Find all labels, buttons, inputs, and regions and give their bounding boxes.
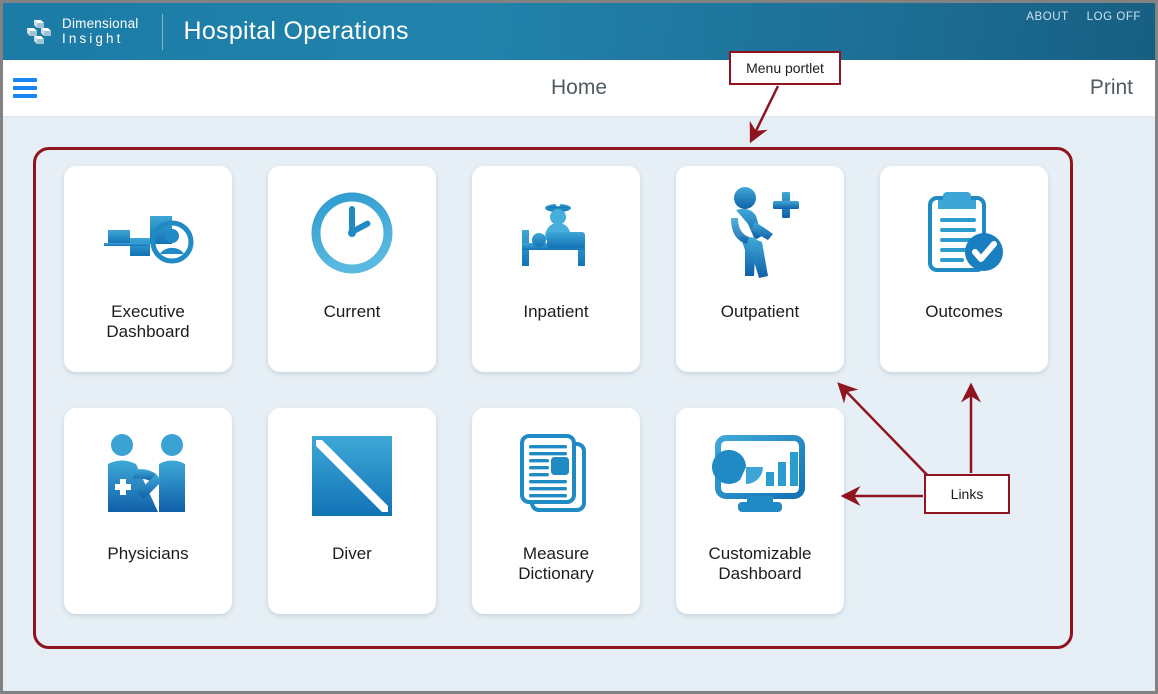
toolbar-home-label: Home bbox=[3, 76, 1155, 100]
clipboard-check-icon bbox=[880, 166, 1048, 302]
tile-label: Diver bbox=[326, 544, 378, 564]
tile-label: Physicians bbox=[101, 544, 194, 564]
print-button[interactable]: Print bbox=[1090, 76, 1133, 100]
application-window: Dimensional Insight Hospital Operations … bbox=[0, 0, 1158, 694]
diver-flag-icon bbox=[268, 408, 436, 544]
tile-label: Outpatient bbox=[715, 302, 805, 322]
tile-label: Inpatient bbox=[517, 302, 594, 322]
physicians-handshake-icon bbox=[64, 408, 232, 544]
tile-current[interactable]: Current bbox=[268, 166, 436, 372]
brand-line-1: Dimensional bbox=[62, 17, 138, 31]
app-header: Dimensional Insight Hospital Operations … bbox=[3, 3, 1155, 60]
clock-icon bbox=[268, 166, 436, 302]
page-title: Hospital Operations bbox=[183, 17, 408, 46]
tile-outcomes[interactable]: Outcomes bbox=[880, 166, 1048, 372]
stacked-cubes-logo-icon bbox=[25, 19, 55, 45]
tile-customizable-dashboard[interactable]: Customizable Dashboard bbox=[676, 408, 844, 614]
sub-toolbar: Home Print bbox=[3, 60, 1155, 117]
menu-portlet: Executive Dashboard Cu bbox=[33, 147, 1073, 649]
tile-measure-dictionary[interactable]: Measure Dictionary bbox=[472, 408, 640, 614]
tile-executive-dashboard[interactable]: Executive Dashboard bbox=[64, 166, 232, 372]
page-content: Executive Dashboard Cu bbox=[3, 117, 1155, 691]
tile-outpatient[interactable]: Outpatient bbox=[676, 166, 844, 372]
brand-logo-text: Dimensional Insight bbox=[62, 17, 138, 45]
walking-patient-plus-icon bbox=[676, 166, 844, 302]
tile-diver[interactable]: Diver bbox=[268, 408, 436, 614]
stacked-documents-icon bbox=[472, 408, 640, 544]
monitor-charts-icon bbox=[676, 408, 844, 544]
tile-label: Executive Dashboard bbox=[100, 302, 195, 342]
tile-physicians[interactable]: Physicians bbox=[64, 408, 232, 614]
tile-inpatient[interactable]: Inpatient bbox=[472, 166, 640, 372]
tile-label: Measure Dictionary bbox=[512, 544, 600, 584]
hospital-bed-nurse-icon bbox=[472, 166, 640, 302]
tile-label: Customizable Dashboard bbox=[703, 544, 818, 584]
bar-chart-person-icon bbox=[64, 166, 232, 302]
header-nav: ABOUT LOG OFF bbox=[1026, 11, 1141, 23]
about-link[interactable]: ABOUT bbox=[1026, 11, 1068, 23]
header-divider bbox=[162, 14, 163, 50]
tile-label: Outcomes bbox=[919, 302, 1008, 322]
annotation-menu-portlet: Menu portlet bbox=[729, 51, 841, 85]
brand-logo[interactable]: Dimensional Insight bbox=[25, 17, 138, 45]
menu-tile-grid: Executive Dashboard Cu bbox=[64, 166, 1048, 614]
annotation-links: Links bbox=[924, 474, 1010, 514]
log-off-link[interactable]: LOG OFF bbox=[1087, 11, 1141, 23]
brand-line-2: Insight bbox=[62, 32, 138, 46]
tile-label: Current bbox=[318, 302, 387, 322]
